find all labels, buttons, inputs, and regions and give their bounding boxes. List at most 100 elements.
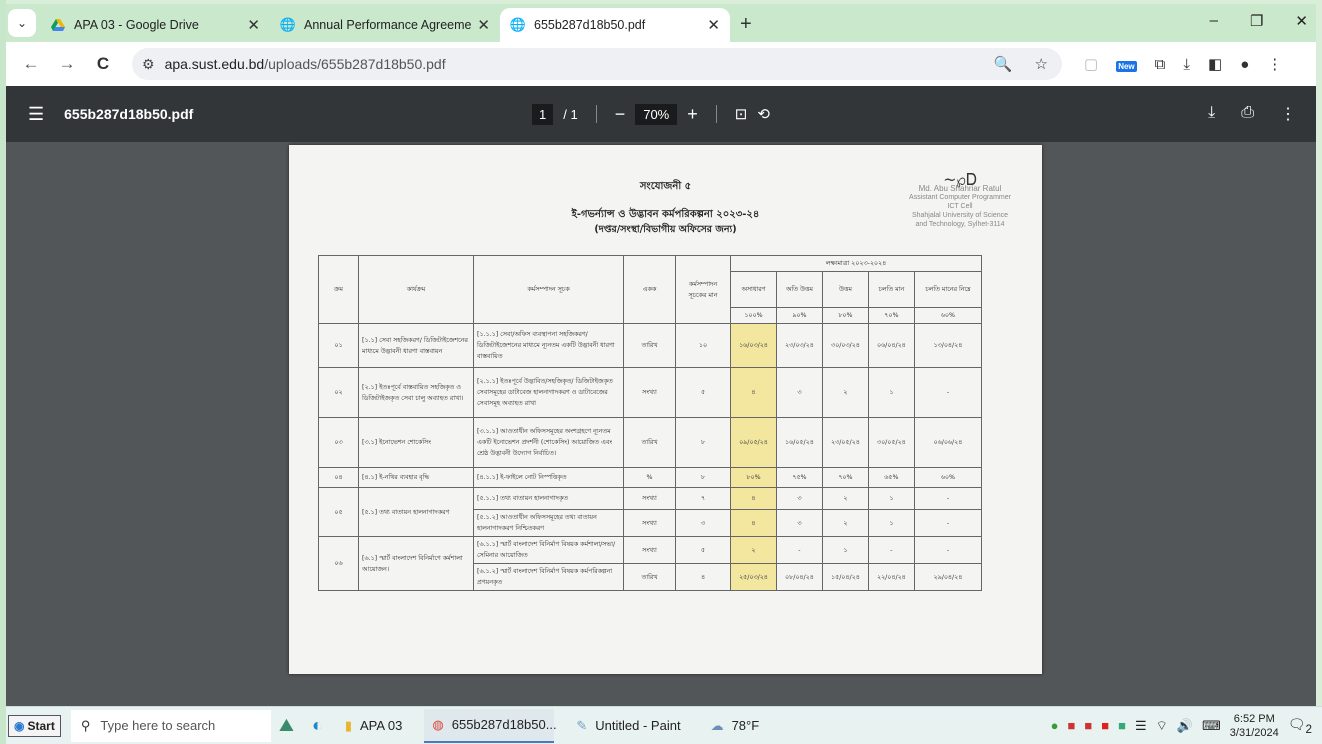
cell-activity: [১.১] সেবা সহজিকরণ/ ডিজিটাইজেশনের মাধ্যম… bbox=[358, 323, 474, 368]
header-percent: ১০০% bbox=[730, 307, 777, 324]
cell-target: - bbox=[913, 509, 983, 537]
cell-no: ০৫ bbox=[318, 487, 359, 537]
profile-avatar-icon[interactable]: ● bbox=[1240, 56, 1249, 73]
download-icon[interactable]: ⤓ bbox=[1183, 56, 1190, 73]
cell-unit: তারিখ bbox=[623, 323, 676, 368]
start-button[interactable]: ◉ Start bbox=[8, 714, 61, 737]
cell-target: ৭০% bbox=[821, 467, 869, 488]
extension-icon[interactable]: ▢ bbox=[1084, 55, 1098, 73]
cell-target: ৩ bbox=[775, 367, 823, 418]
cell-unit: তারিখ bbox=[623, 417, 676, 468]
cell-target: ১৬/০৫/২৪ bbox=[775, 417, 823, 468]
tab-pdf[interactable]: 🌐 655b287d18b50.pdf ✕ bbox=[500, 8, 730, 42]
language-icon[interactable]: ⌨ bbox=[1202, 718, 1221, 734]
chrome-icon: ◍ bbox=[432, 716, 444, 732]
tray-app-icon[interactable]: ■ bbox=[1101, 718, 1109, 733]
close-tab-icon[interactable]: ✕ bbox=[477, 16, 490, 34]
tray-app-icon[interactable]: ■ bbox=[1118, 718, 1126, 733]
close-tab-icon[interactable]: ✕ bbox=[707, 16, 720, 34]
minimize-icon[interactable]: – bbox=[1210, 12, 1218, 30]
tab-search-chevron-icon[interactable]: ⌄ bbox=[8, 9, 36, 37]
notification-icon[interactable]: 🗨2 bbox=[1288, 716, 1312, 736]
side-panel-icon[interactable]: ◧ bbox=[1208, 55, 1222, 73]
windows-taskbar: ◉ Start ⚲ Type here to search ⛰ ◐ ▮ APA 0… bbox=[6, 706, 1322, 744]
weather-widget[interactable]: ☁ 78°F bbox=[703, 709, 768, 743]
taskbar-search-input[interactable]: ⚲ Type here to search bbox=[70, 709, 271, 742]
hamburger-menu-icon[interactable]: ☰ bbox=[28, 104, 44, 125]
network-icon[interactable]: ⌔ bbox=[1156, 718, 1168, 734]
page-total: / 1 bbox=[563, 106, 578, 122]
forward-icon[interactable]: → bbox=[56, 54, 78, 74]
menu-kebab-icon[interactable]: ⋮ bbox=[1267, 55, 1282, 73]
cell-unit: সংখ্যা bbox=[623, 487, 676, 510]
signature-name: Md. Abu Shahriar Ratul bbox=[918, 184, 1002, 193]
pdf-page: সংযোজনী ৫ ই-গভর্ন্যান্স ও উদ্ভাবন কর্মপর… bbox=[289, 145, 1042, 674]
new-extension-icon[interactable]: New bbox=[1116, 56, 1137, 73]
volume-icon[interactable]: 🔊 bbox=[1177, 718, 1193, 734]
reload-icon[interactable]: C bbox=[92, 54, 114, 74]
cell-no: ০৬ bbox=[318, 536, 359, 591]
cell-indicator: [৬.১.১] স্মার্ট বাংলাদেশ বিনির্মাণ বিষয়… bbox=[473, 536, 624, 564]
tab-title: APA 03 - Google Drive bbox=[74, 18, 199, 32]
signature-mark: ~℘Ꭰ bbox=[943, 170, 977, 189]
cell-target: - bbox=[913, 367, 983, 418]
pdf-more-icon[interactable]: ⋮ bbox=[1280, 104, 1296, 124]
cell-no: ০১ bbox=[318, 323, 359, 368]
cell-target: ১৬/০৩/২৪ bbox=[730, 323, 777, 368]
site-info-icon[interactable]: ⚙ bbox=[142, 56, 155, 73]
tab-google-drive[interactable]: APA 03 - Google Drive ✕ bbox=[40, 8, 270, 42]
cell-activity: [৪.১] ই-নথির ব্যবহার বৃদ্ধি bbox=[358, 467, 474, 488]
cell-target: ২ bbox=[821, 487, 869, 510]
taskbar-item-label: APA 03 bbox=[359, 718, 403, 733]
taskbar-item-folder[interactable]: ▮ APA 03 bbox=[337, 709, 411, 743]
cell-unit: % bbox=[623, 467, 676, 488]
print-icon[interactable]: ⎙ bbox=[1241, 104, 1254, 124]
cell-target: ৬০% bbox=[913, 467, 983, 488]
taskbar-item-paint[interactable]: ✎ Untitled - Paint bbox=[568, 709, 688, 743]
search-placeholder: Type here to search bbox=[100, 718, 216, 733]
clock[interactable]: 6:52 PM 3/31/2024 bbox=[1230, 712, 1279, 740]
url-host: apa.sust.edu.bd bbox=[164, 56, 265, 72]
header-activity: কার্যক্রম bbox=[358, 255, 474, 324]
extensions-puzzle-icon[interactable]: ⧉ bbox=[1155, 56, 1166, 73]
rotate-icon[interactable]: ⟲ bbox=[757, 105, 770, 123]
header-target-group: লক্ষ্যমাত্রা ২০২৩-২০২৪ bbox=[730, 255, 982, 272]
cell-indicator: [৬.১.২] স্মার্ট বাংলাদেশ বিনির্মাণ বিষয়… bbox=[473, 563, 624, 591]
cell-target: ১৩/০৪/২৪ bbox=[913, 323, 983, 368]
address-bar[interactable]: ⚙ apa.sust.edu.bd/uploads/655b287d18b50.… bbox=[132, 48, 1062, 80]
close-window-icon[interactable]: ✕ bbox=[1295, 12, 1308, 30]
close-tab-icon[interactable]: ✕ bbox=[247, 16, 260, 34]
zoom-out-icon[interactable]: − bbox=[615, 104, 626, 125]
tray-app-icon[interactable]: ☰ bbox=[1135, 718, 1147, 734]
pdf-viewer[interactable]: সংযোজনী ৫ ই-গভর্ন্যান্স ও উদ্ভাবন কর্মপর… bbox=[6, 142, 1316, 706]
edge-browser-icon[interactable]: ◐ bbox=[312, 715, 323, 736]
tab-annual-performance[interactable]: 🌐 Annual Performance Agreement ✕ bbox=[270, 8, 500, 42]
new-tab-button[interactable]: + bbox=[740, 13, 752, 36]
tray-app-icon[interactable]: ● bbox=[1051, 718, 1059, 733]
bookmark-star-icon[interactable]: ☆ bbox=[1035, 55, 1048, 73]
zoom-icon[interactable]: 🔍 bbox=[994, 55, 1013, 73]
zoom-level-input[interactable]: 70% bbox=[635, 103, 678, 125]
paint-icon: ✎ bbox=[576, 717, 588, 733]
tray-app-icon[interactable]: ■ bbox=[1084, 718, 1092, 733]
cell-target: ২৩/০৩/২৪ bbox=[775, 323, 823, 368]
cell-weight: ৮ bbox=[675, 467, 731, 488]
maximize-icon[interactable]: ❐ bbox=[1250, 12, 1263, 30]
back-icon[interactable]: ← bbox=[20, 54, 42, 74]
table-row: ০৩ [৩.১] ইনোভেশন শোকেসিং [৩.১.১] আওতাধীন… bbox=[318, 417, 983, 468]
zoom-in-icon[interactable]: + bbox=[687, 104, 698, 125]
cell-weight: ৩ bbox=[675, 509, 731, 537]
pdf-download-icon[interactable]: ⤓ bbox=[1208, 104, 1215, 124]
globe-icon: 🌐 bbox=[509, 17, 527, 32]
page-number-input[interactable]: 1 bbox=[532, 103, 554, 125]
taskbar-item-chrome[interactable]: ◍ 655b287d18b50... bbox=[424, 708, 557, 743]
table-row: ০৬ [৬.১] স্মার্ট বাংলাদেশ বিনির্মাণে কর্… bbox=[318, 536, 983, 591]
cell-target: - bbox=[913, 487, 983, 510]
divider bbox=[595, 105, 597, 123]
fit-page-icon[interactable]: ⊡ bbox=[735, 105, 748, 123]
cell-target: ০৯/০৫/২৪ bbox=[730, 417, 777, 468]
tray-app-icon[interactable]: ■ bbox=[1068, 718, 1076, 733]
clock-time: 6:52 PM bbox=[1233, 712, 1275, 725]
header-target: চলতি মান bbox=[867, 271, 915, 308]
header-no: ক্রম bbox=[318, 255, 359, 324]
